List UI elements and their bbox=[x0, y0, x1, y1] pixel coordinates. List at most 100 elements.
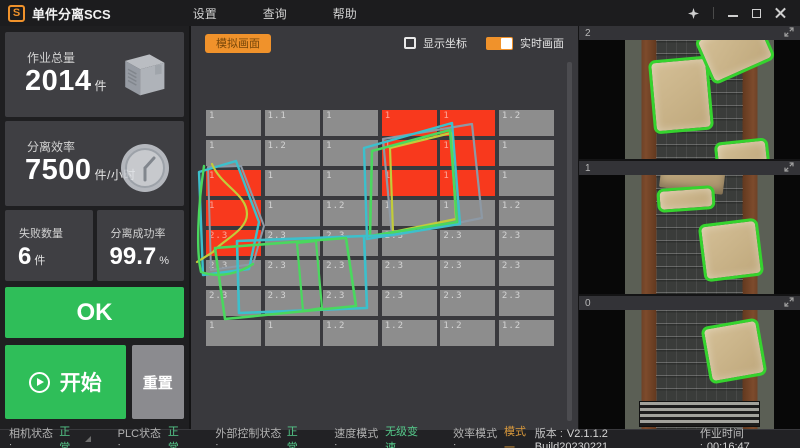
camera-header: 2 bbox=[579, 26, 800, 40]
grid-cell[interactable]: 2.3 bbox=[265, 230, 320, 256]
conveyor-photo bbox=[625, 175, 774, 294]
stat-label: 分离效率 bbox=[27, 138, 75, 155]
stat-card-efficiency: 分离效率 7500件/小时 bbox=[5, 121, 184, 206]
grid-cell[interactable]: 1 bbox=[382, 140, 437, 166]
grid-cell[interactable]: 1 bbox=[206, 200, 261, 226]
camera-image bbox=[579, 40, 800, 159]
job-time-info: 作业时间 :00:16:47 bbox=[700, 425, 790, 448]
grid-cell[interactable]: 2.3 bbox=[499, 290, 554, 316]
grid-cell[interactable]: 2.3 bbox=[382, 260, 437, 286]
grid-cell[interactable]: 2.3 bbox=[323, 290, 378, 316]
status-right-group: 版本 :V2.1.1.2 Build20230221 作业时间 :00:16:4… bbox=[535, 425, 800, 448]
pin-icon[interactable] bbox=[688, 8, 699, 19]
grid-cell[interactable]: 2.3 bbox=[206, 230, 261, 256]
grid-cell[interactable]: 1 bbox=[323, 140, 378, 166]
camera-header: 1 bbox=[579, 161, 800, 175]
grid-cell[interactable]: 1.2 bbox=[382, 320, 437, 346]
ok-button[interactable]: OK bbox=[5, 287, 184, 338]
grid-cell[interactable]: 2.3 bbox=[440, 260, 495, 286]
menu-query[interactable]: 查询 bbox=[257, 3, 293, 24]
grid-cell[interactable]: 1 bbox=[206, 170, 261, 196]
grid-cell[interactable]: 1.2 bbox=[499, 110, 554, 136]
status-value: 无级变速 bbox=[385, 423, 426, 448]
stat-card-success-rate: 分离成功率 99.7% bbox=[97, 210, 185, 281]
grid-cell[interactable]: 2.3 bbox=[499, 260, 554, 286]
grid-cell[interactable]: 1.2 bbox=[323, 200, 378, 226]
grid-cell[interactable]: 2.3 bbox=[382, 230, 437, 256]
close-icon[interactable] bbox=[775, 8, 786, 19]
start-button[interactable]: 开始 bbox=[5, 345, 126, 419]
grid-cell[interactable]: 1 bbox=[206, 140, 261, 166]
grid-cell[interactable]: 1 bbox=[382, 200, 437, 226]
app-window: S 单件分离SCS 设置 查询 帮助 作业总量 2014件 bbox=[0, 0, 800, 448]
action-button-row: 开始 重置 bbox=[5, 345, 184, 419]
grid-cell[interactable]: 1 bbox=[323, 110, 378, 136]
stat-value: 2014件 bbox=[25, 65, 107, 98]
minimize-icon[interactable] bbox=[728, 15, 738, 17]
show-coords-checkbox[interactable] bbox=[404, 37, 416, 49]
grid-cell[interactable]: 1 bbox=[440, 170, 495, 196]
grid-cell[interactable]: 2.3 bbox=[440, 290, 495, 316]
grid-cell[interactable]: 2.3 bbox=[499, 230, 554, 256]
stat-unit: % bbox=[159, 255, 169, 267]
grid-cell[interactable]: 1.2 bbox=[499, 200, 554, 226]
package-outline bbox=[656, 185, 716, 213]
realtime-label: 实时画面 bbox=[520, 35, 564, 51]
camera-image bbox=[579, 310, 800, 429]
status-value: 正常 bbox=[59, 423, 79, 448]
realtime-toggle[interactable] bbox=[486, 37, 513, 50]
reset-button[interactable]: 重置 bbox=[132, 345, 184, 419]
maximize-icon[interactable] bbox=[752, 9, 761, 18]
grid-cell[interactable]: 2.3 bbox=[206, 290, 261, 316]
grid-cell[interactable]: 2.3 bbox=[206, 260, 261, 286]
window-controls bbox=[688, 7, 800, 19]
grid: 11.11111.211.21111111111111.2111.22.32.3… bbox=[206, 110, 554, 346]
grid-cell[interactable]: 1 bbox=[499, 140, 554, 166]
stat-value: 6件 bbox=[18, 243, 45, 271]
package-outline bbox=[700, 317, 767, 384]
vertical-scrollbar[interactable] bbox=[567, 62, 572, 421]
grid-cell[interactable]: 1 bbox=[265, 200, 320, 226]
grid-cell[interactable]: 1 bbox=[323, 170, 378, 196]
grid-cell[interactable]: 1 bbox=[265, 320, 320, 346]
package-outline bbox=[648, 56, 714, 135]
status-external-control: 外部控制状态 : 正常 bbox=[188, 423, 307, 448]
grid-cell[interactable]: 2.3 bbox=[323, 260, 378, 286]
grid-cell[interactable]: 2.3 bbox=[382, 290, 437, 316]
grid-cell[interactable]: 1 bbox=[440, 200, 495, 226]
grid-cell[interactable]: 1 bbox=[499, 170, 554, 196]
grid-cell[interactable]: 1 bbox=[382, 170, 437, 196]
camera-view-0: 0 bbox=[579, 296, 800, 429]
simulation-controls: 模拟画面 显示坐标 实时画面 bbox=[191, 26, 578, 60]
grid-cell[interactable]: 2.3 bbox=[265, 260, 320, 286]
grid-cell[interactable]: 1 bbox=[440, 110, 495, 136]
menu-settings[interactable]: 设置 bbox=[187, 3, 223, 24]
stat-half-row: 失败数量 6件 分离成功率 99.7% bbox=[5, 210, 184, 281]
grid-cell[interactable]: 1 bbox=[382, 110, 437, 136]
grid-cell[interactable]: 1.2 bbox=[440, 320, 495, 346]
grid-cell[interactable]: 2.3 bbox=[323, 230, 378, 256]
stat-label: 失败数量 bbox=[19, 225, 63, 241]
grid-cell[interactable]: 1.2 bbox=[265, 140, 320, 166]
divider bbox=[713, 7, 714, 19]
grid-cell[interactable]: 1 bbox=[206, 320, 261, 346]
grid-cell[interactable]: 1 bbox=[206, 110, 261, 136]
stat-label: 作业总量 bbox=[27, 49, 75, 66]
stat-unit: 件 bbox=[34, 255, 45, 267]
grid-cell[interactable]: 1.2 bbox=[499, 320, 554, 346]
camera-image bbox=[579, 175, 800, 294]
simulation-panel: 模拟画面 显示坐标 实时画面 11.11111.211.211111111111… bbox=[191, 26, 578, 429]
grid-cell[interactable]: 1.1 bbox=[265, 110, 320, 136]
box-icon bbox=[114, 44, 170, 107]
grid-cell[interactable]: 1.2 bbox=[323, 320, 378, 346]
grid-cell[interactable]: 2.3 bbox=[440, 230, 495, 256]
app-logo-icon: S bbox=[8, 5, 25, 22]
grid-cell[interactable]: 1 bbox=[265, 170, 320, 196]
grid-cell[interactable]: 2.3 bbox=[265, 290, 320, 316]
menu-help[interactable]: 帮助 bbox=[327, 3, 363, 24]
status-plc: PLC状态 : 正常 bbox=[91, 423, 189, 448]
title-bar: S 单件分离SCS 设置 查询 帮助 bbox=[0, 0, 800, 26]
grid-cell[interactable]: 1 bbox=[440, 140, 495, 166]
sim-view-button[interactable]: 模拟画面 bbox=[205, 34, 271, 53]
camera-panel: 2 1 bbox=[579, 26, 800, 429]
